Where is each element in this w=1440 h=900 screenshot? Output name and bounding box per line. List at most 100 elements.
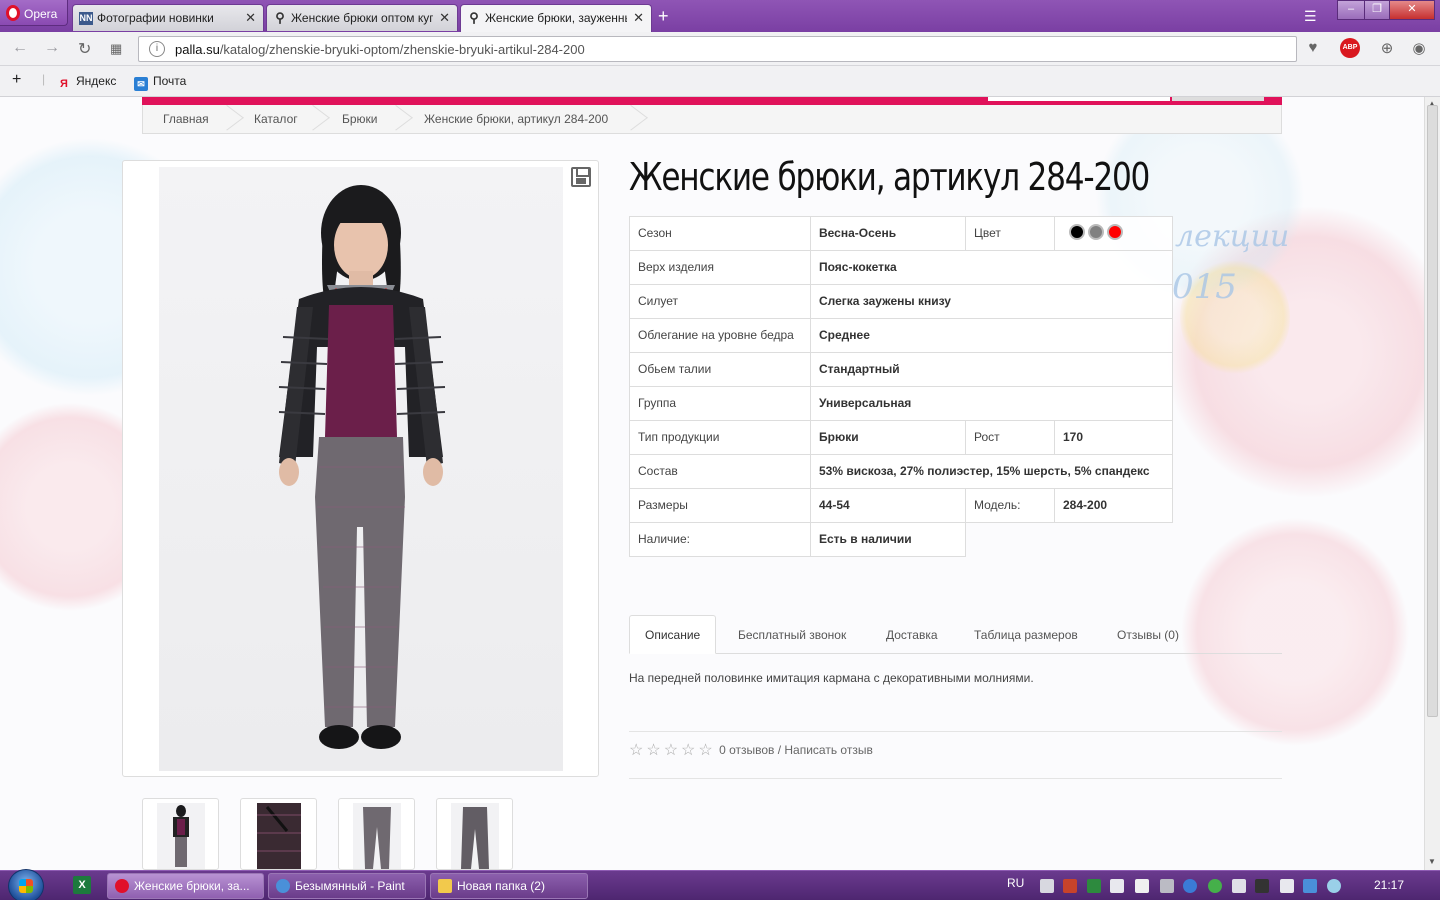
browser-tab-title: Женские брюки оптом купить [291, 11, 433, 25]
tray-volume-icon[interactable] [1232, 879, 1246, 893]
page-viewport: лекции 015 Главная Каталог Брюки Женские… [0, 97, 1424, 870]
tray-app-icon[interactable] [1280, 879, 1294, 893]
opera-menu-button[interactable]: Opera [0, 0, 68, 26]
divider [629, 778, 1282, 779]
attr-label: Обьем талии [629, 352, 811, 387]
attr-label: Сезон [629, 216, 811, 251]
model-photo-illustration [278, 185, 446, 749]
tray-app-icon[interactable] [1110, 879, 1124, 893]
search-input[interactable] [988, 97, 1170, 101]
excel-icon[interactable]: X [73, 876, 91, 894]
breadcrumb-item[interactable]: Каталог [254, 112, 298, 126]
taskbar-item[interactable]: Женские брюки, за... [107, 873, 264, 899]
taskbar-item[interactable]: Безымянный - Paint [268, 873, 426, 899]
page-scrollbar[interactable]: ▲ ▼ [1424, 97, 1440, 870]
bookmarks-bar: + | Я Яндекс ✉ Почта [0, 66, 1440, 97]
attr-value: Брюки [810, 420, 966, 455]
account-icon[interactable]: ◉ [1409, 39, 1429, 59]
tab-reviews[interactable]: Отзывы (0) [1117, 628, 1179, 642]
tray-device-icon[interactable] [1135, 879, 1149, 893]
rating-stars-icon[interactable]: ☆☆☆☆☆ [629, 742, 716, 759]
tab-size-chart[interactable]: Таблица размеров [974, 628, 1078, 642]
attr-label: Состав [629, 454, 811, 489]
product-thumbnail[interactable] [436, 798, 513, 870]
scroll-down-icon[interactable]: ▼ [1428, 857, 1436, 866]
product-thumbnail[interactable] [338, 798, 415, 870]
breadcrumb-item[interactable]: Брюки [342, 112, 378, 126]
yandex-icon: Я [60, 78, 68, 90]
thumbnail-image [257, 803, 301, 869]
forward-arrow-icon[interactable]: → [44, 39, 60, 57]
product-image-frame[interactable] [122, 160, 599, 777]
tray-browser-icon[interactable] [1183, 879, 1197, 893]
search-button[interactable] [1172, 97, 1264, 101]
breadcrumb-separator [231, 105, 245, 133]
tray-app-icon[interactable] [1063, 879, 1077, 893]
close-tab-icon[interactable]: ✕ [633, 10, 644, 26]
tray-signal-icon[interactable] [1160, 879, 1174, 893]
attr-label: Верх изделия [629, 250, 811, 285]
color-swatch[interactable] [1107, 223, 1123, 240]
tab-menu-icon[interactable]: ☰ [1304, 8, 1317, 25]
save-image-icon[interactable] [571, 167, 591, 187]
reload-icon[interactable]: ↻ [78, 39, 91, 59]
speed-dial-grid-icon[interactable]: ▦ [110, 41, 122, 57]
close-tab-icon[interactable]: ✕ [439, 10, 450, 26]
tray-app-icon[interactable] [1303, 879, 1317, 893]
bookmark-mail[interactable]: ✉ Почта [134, 74, 186, 91]
attr-value: Стандартный [810, 352, 1173, 387]
attr-value: Весна-Осень [810, 216, 966, 251]
attr-label: Размеры [629, 488, 811, 523]
start-button[interactable] [8, 869, 44, 900]
add-bookmark-icon[interactable]: + [12, 71, 21, 89]
clock-time[interactable]: 21:17 [1374, 878, 1404, 892]
reviews-link[interactable]: 0 отзывов / Написать отзыв [719, 743, 873, 757]
minimize-button[interactable]: – [1337, 0, 1365, 20]
attr-value: Есть в наличии [810, 522, 966, 557]
new-tab-button[interactable]: + [658, 6, 669, 27]
maximize-button[interactable]: ❐ [1364, 0, 1390, 20]
back-arrow-icon[interactable]: ← [12, 39, 28, 57]
table-row: Облегание на уровне бедра Среднее [629, 318, 1173, 353]
language-indicator[interactable]: RU [1007, 876, 1024, 890]
address-bar[interactable]: i palla.su/katalog/zhenskie-bryuki-optom… [138, 36, 1297, 62]
download-icon[interactable]: ⊕ [1377, 39, 1397, 59]
breadcrumb-item[interactable]: Главная [163, 112, 209, 126]
breadcrumb-current: Женские брюки, артикул 284-200 [424, 112, 609, 126]
thumbnail-image [157, 803, 205, 869]
bookmark-separator: | [42, 72, 46, 86]
browser-tab[interactable]: NN Фотографии новинки ✕ [72, 4, 264, 31]
table-row: Сезон Весна-Осень Цвет [629, 216, 1173, 251]
tray-network-icon[interactable] [1255, 879, 1269, 893]
table-row: Верх изделия Пояс-кокетка [629, 250, 1173, 285]
page-title: Женские брюки, артикул 284-200 [629, 155, 1150, 199]
scrollbar-thumb[interactable] [1427, 105, 1438, 717]
tray-utorrent-icon[interactable] [1208, 879, 1222, 893]
bookmark-heart-icon[interactable]: ♥ [1303, 39, 1323, 59]
breadcrumb-separator [400, 105, 414, 133]
url-domain: palla.su [175, 42, 220, 57]
close-tab-icon[interactable]: ✕ [245, 10, 256, 26]
tab-free-call[interactable]: Бесплатный звонок [738, 628, 846, 642]
site-info-icon[interactable]: i [149, 41, 165, 57]
product-thumbnail[interactable] [240, 798, 317, 870]
tab-description[interactable]: Описание [629, 615, 717, 654]
color-swatch[interactable] [1088, 223, 1104, 240]
attr-value: 53% вискоза, 27% полиэстер, 15% шерсть, … [810, 454, 1173, 489]
attr-value: Среднее [810, 318, 1173, 353]
color-swatch[interactable] [1069, 223, 1085, 240]
bookmark-yandex[interactable]: Я Яндекс [57, 74, 116, 92]
adblock-plus-icon[interactable]: ABP [1340, 38, 1360, 58]
tray-shield-icon[interactable] [1087, 879, 1101, 893]
thumbnail-image [353, 803, 401, 869]
browser-tab-active[interactable]: ⚲ Женские брюки, зауженные ✕ [460, 4, 652, 32]
tray-monitor-icon[interactable] [1040, 879, 1054, 893]
product-thumbnail[interactable] [142, 798, 219, 870]
product-description: На передней половинке имитация кармана с… [629, 671, 1034, 685]
browser-tab[interactable]: ⚲ Женские брюки оптом купить ✕ [266, 4, 458, 31]
close-window-button[interactable]: ✕ [1389, 0, 1435, 20]
taskbar-item[interactable]: Новая папка (2) [430, 873, 588, 899]
product-photo[interactable] [159, 167, 563, 771]
tab-delivery[interactable]: Доставка [886, 628, 938, 642]
tray-app-icon[interactable] [1327, 879, 1341, 893]
